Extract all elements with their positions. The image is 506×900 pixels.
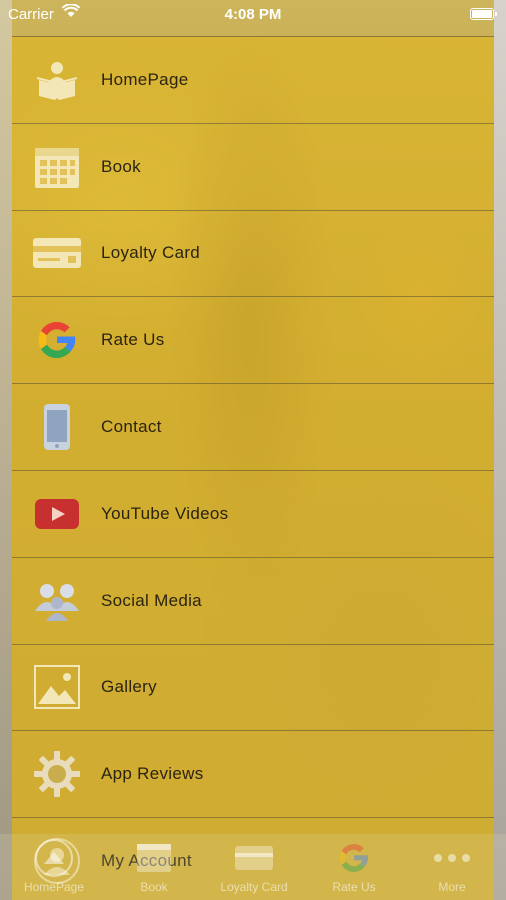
tab-label: Book xyxy=(140,880,168,894)
gallery-image-icon xyxy=(32,662,82,712)
menu-item-book[interactable]: Book xyxy=(12,124,494,211)
tab-more[interactable]: More xyxy=(402,836,502,898)
home-book-icon xyxy=(32,55,82,105)
gear-icon xyxy=(32,749,82,799)
tab-rate-us[interactable]: Rate Us xyxy=(304,836,404,898)
status-bar: Carrier 4:08 PM xyxy=(0,0,506,28)
menu-item-label: Social Media xyxy=(101,590,202,610)
tab-label: Rate Us xyxy=(332,880,376,894)
menu-item-label: Gallery xyxy=(101,677,157,697)
menu-item-label: Loyalty Card xyxy=(101,243,201,263)
google-icon xyxy=(32,315,82,365)
calendar-icon xyxy=(32,142,82,192)
google-icon xyxy=(304,836,404,880)
clock-time: 4:08 PM xyxy=(224,6,282,23)
menu-item-label: App Reviews xyxy=(101,764,204,784)
menu-item-social-media[interactable]: Social Media xyxy=(12,558,494,645)
tab-loyalty-card[interactable]: Loyalty Card xyxy=(204,836,304,898)
home-icon xyxy=(4,836,104,880)
menu-item-loyalty-card[interactable]: Loyalty Card xyxy=(12,211,494,298)
menu-item-label: Rate Us xyxy=(101,330,165,350)
menu-item-app-reviews[interactable]: App Reviews xyxy=(12,731,494,819)
left-edge xyxy=(0,0,12,900)
menu-item-rate-us[interactable]: Rate Us xyxy=(12,297,494,385)
battery-icon xyxy=(470,8,497,20)
tab-label: More xyxy=(438,880,466,894)
tab-label: HomePage xyxy=(23,880,85,894)
tab-homepage[interactable]: HomePage xyxy=(4,836,104,898)
menu-item-label: Book xyxy=(101,156,141,176)
menu-item-label: HomePage xyxy=(101,69,189,89)
calendar-icon xyxy=(104,836,204,880)
menu-item-gallery[interactable]: Gallery xyxy=(12,645,494,732)
right-edge xyxy=(494,0,506,900)
phone-icon xyxy=(32,402,82,452)
menu-item-contact[interactable]: Contact xyxy=(12,384,494,471)
menu-item-label: Contact xyxy=(101,417,162,437)
menu-item-homepage[interactable]: HomePage xyxy=(12,37,494,124)
loyalty-card-icon xyxy=(204,836,304,880)
tab-book[interactable]: Book xyxy=(104,836,204,898)
tab-label: Loyalty Card xyxy=(220,880,288,894)
youtube-icon xyxy=(32,489,82,539)
menu-item-youtube-videos[interactable]: YouTube Videos xyxy=(12,471,494,558)
more-dots-icon xyxy=(402,836,502,880)
loyalty-card-icon xyxy=(32,228,82,278)
side-menu: HomePage Book Loyalty Card Rate Us Conta… xyxy=(12,36,494,900)
menu-item-label: YouTube Videos xyxy=(101,503,229,523)
tab-bar: HomePage Book Loyalty Card Rate Us More xyxy=(0,834,506,900)
social-people-icon xyxy=(32,576,82,626)
